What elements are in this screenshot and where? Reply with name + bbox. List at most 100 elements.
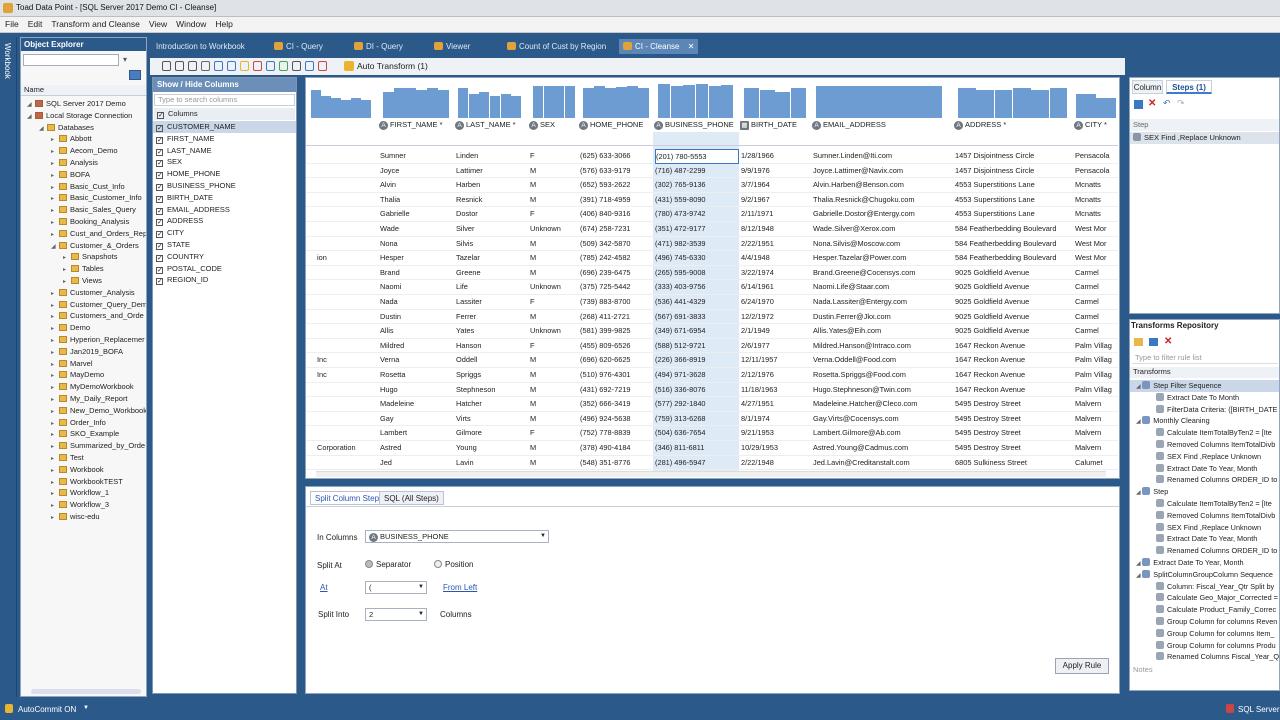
table-cell[interactable]: Nada: [380, 295, 454, 310]
tree-node[interactable]: ▸ BOFA: [21, 169, 146, 181]
table-cell[interactable]: M: [530, 310, 578, 325]
transform-item[interactable]: Group Column for columns Item_: [1130, 628, 1279, 640]
table-cell[interactable]: 11/18/1963: [741, 383, 811, 398]
table-cell[interactable]: Corporation: [317, 441, 387, 456]
table-cell[interactable]: F: [530, 207, 578, 222]
tree-node[interactable]: ▸ Marvel: [21, 358, 146, 370]
table-cell[interactable]: Allis: [380, 324, 454, 339]
table-cell[interactable]: Pensacola: [1075, 164, 1119, 179]
table-cell[interactable]: 8/1/1974: [741, 412, 811, 427]
table-cell[interactable]: (588) 512-9721: [655, 339, 739, 354]
table-cell[interactable]: 10/29/1953: [741, 441, 811, 456]
save-icon[interactable]: [1149, 338, 1158, 346]
table-cell[interactable]: [317, 280, 387, 295]
table-cell[interactable]: Inc: [317, 353, 387, 368]
table-cell[interactable]: (351) 472-9177: [655, 222, 739, 237]
table-cell[interactable]: [317, 164, 387, 179]
table-cell[interactable]: [317, 207, 387, 222]
table-cell[interactable]: Oddell: [456, 353, 528, 368]
table-cell[interactable]: Thalia: [380, 193, 454, 208]
explorer-scrollbar[interactable]: [31, 689, 141, 694]
expand-icon[interactable]: ◢: [27, 100, 35, 110]
table-cell[interactable]: Lambert: [380, 426, 454, 441]
table-cell[interactable]: 6805 Sulkiness Street: [955, 456, 1073, 471]
transform-item[interactable]: ◢ Step: [1130, 486, 1279, 498]
table-cell[interactable]: [317, 149, 387, 164]
table-cell[interactable]: 2/11/1971: [741, 207, 811, 222]
expand-icon[interactable]: ▸: [51, 407, 59, 417]
table-cell[interactable]: 584 Featherbedding Boulevard: [955, 222, 1073, 237]
table-cell[interactable]: Carmel: [1075, 295, 1119, 310]
table-cell[interactable]: (265) 595-9008: [655, 266, 739, 281]
column-item[interactable]: ✓ LAST_NAME: [153, 145, 296, 157]
table-cell[interactable]: Astred.Young@Cadmus.com: [813, 441, 953, 456]
tree-node[interactable]: ▸ wisc-edu: [21, 511, 146, 523]
table-cell[interactable]: Nona: [380, 237, 454, 252]
table-cell[interactable]: [317, 178, 387, 193]
table-cell[interactable]: Calumet: [1075, 456, 1119, 471]
table-cell[interactable]: (752) 778-8839: [580, 426, 653, 441]
table-cell[interactable]: Malvern: [1075, 426, 1119, 441]
expand-icon[interactable]: ▸: [51, 289, 59, 299]
table-cell[interactable]: (431) 559-8090: [655, 193, 739, 208]
table-cell[interactable]: 5495 Destroy Street: [955, 426, 1073, 441]
table-row[interactable]: Allis Yates Unknown (581) 399-9825 (349) 671…: [306, 324, 1118, 339]
table-cell[interactable]: 1457 Disjointness Circle: [955, 164, 1073, 179]
toolbar-tool-icon[interactable]: [162, 61, 171, 71]
table-cell[interactable]: Jed: [380, 456, 454, 471]
table-cell[interactable]: Malvern: [1075, 397, 1119, 412]
tab-steps[interactable]: Steps (1): [1166, 80, 1212, 94]
expand-icon[interactable]: ▸: [51, 489, 59, 499]
split-into-select[interactable]: 2 ▼: [365, 608, 427, 621]
expand-icon[interactable]: ▸: [51, 501, 59, 511]
table-cell[interactable]: Palm Villag: [1075, 339, 1119, 354]
table-cell[interactable]: 4553 Superstitions Lane: [955, 193, 1073, 208]
checkbox[interactable]: ✓: [156, 195, 163, 203]
grid-hscrollbar[interactable]: [316, 471, 1106, 477]
checkbox[interactable]: ✓: [156, 242, 163, 250]
tab-0[interactable]: Introduction to Workbook: [152, 39, 249, 54]
table-cell[interactable]: 5495 Destroy Street: [955, 412, 1073, 427]
table-row[interactable]: Corporation Astred Young M (378) 490-4184 (34…: [306, 441, 1118, 456]
table-cell[interactable]: (780) 473-9742: [655, 207, 739, 222]
table-cell[interactable]: Wade.Silver@Xerox.com: [813, 222, 953, 237]
table-row[interactable]: Sumner Linden F (625) 633-3066 (201) 780-555…: [306, 149, 1118, 164]
table-cell[interactable]: Nada.Lassiter@Entergy.com: [813, 295, 953, 310]
position-radio[interactable]: Position: [434, 560, 473, 569]
table-row[interactable]: Inc Verna Oddell M (696) 620-6625 (226) 366-8…: [306, 353, 1118, 368]
table-cell[interactable]: (785) 242-4582: [580, 251, 653, 266]
table-cell[interactable]: 1647 Reckon Avenue: [955, 353, 1073, 368]
table-cell[interactable]: (226) 366-8919: [655, 353, 739, 368]
table-cell[interactable]: (391) 718-4959: [580, 193, 653, 208]
tab-4[interactable]: Count of Cust by Region: [503, 39, 610, 54]
step-item[interactable]: SEX Find ,Replace Unknown: [1130, 132, 1279, 144]
tree-node[interactable]: ▸ Basic_Cust_Info: [21, 181, 146, 193]
transform-item[interactable]: Extract Date To Year, Month: [1130, 463, 1279, 475]
table-cell[interactable]: [317, 237, 387, 252]
tree-node[interactable]: ▸ Basic_Sales_Query: [21, 204, 146, 216]
expand-icon[interactable]: ▸: [51, 454, 59, 464]
table-cell[interactable]: M: [530, 412, 578, 427]
table-cell[interactable]: Pensacola: [1075, 149, 1119, 164]
table-row[interactable]: Nada Lassiter F (739) 883-8700 (536) 441-432…: [306, 295, 1118, 310]
table-cell[interactable]: 4/27/1951: [741, 397, 811, 412]
expand-icon[interactable]: ▸: [51, 336, 59, 346]
transform-item[interactable]: ◢ Step Filter Sequence: [1130, 380, 1279, 392]
autocommit-toggle[interactable]: AutoCommit ON: [18, 705, 76, 714]
table-cell[interactable]: (504) 636-7654: [655, 426, 739, 441]
table-cell[interactable]: Sumner.Linden@Iti.com: [813, 149, 953, 164]
table-cell[interactable]: (567) 691-3833: [655, 310, 739, 325]
tree-node[interactable]: ▸ Views: [21, 275, 146, 287]
table-cell[interactable]: Gilmore: [456, 426, 528, 441]
menu-item-3[interactable]: View: [144, 17, 171, 29]
table-cell[interactable]: 9/21/1953: [741, 426, 811, 441]
table-cell[interactable]: West Mor: [1075, 251, 1119, 266]
table-cell[interactable]: 6/14/1961: [741, 280, 811, 295]
table-row[interactable]: Madeleine Hatcher M (352) 666-3419 (577) 292…: [306, 397, 1118, 412]
table-cell[interactable]: Madeleine.Hatcher@Cleco.com: [813, 397, 953, 412]
table-row[interactable]: Joyce Lattimer M (576) 633-9179 (716) 487-22…: [306, 164, 1118, 179]
table-row[interactable]: ion Hesper Tazelar M (785) 242-4582 (496) 745…: [306, 251, 1118, 266]
table-cell[interactable]: (576) 633-9179: [580, 164, 653, 179]
toolbar-tool-icon[interactable]: [188, 61, 197, 71]
expand-icon[interactable]: ▸: [51, 466, 59, 476]
